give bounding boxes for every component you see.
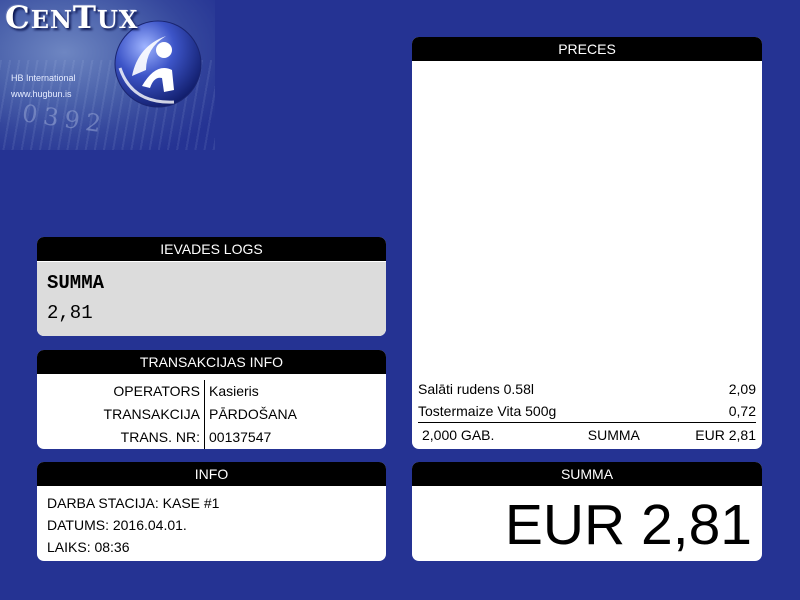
transaction-row-type: TRANSAKCIJA PĀRDOŠANA [37, 403, 386, 426]
info-workstation: DARBA STACIJA: KASE #1 [47, 495, 220, 511]
trans-nr-value: 00137547 [209, 429, 272, 445]
goods-count: 2,000 GAB. [422, 427, 495, 443]
item-price: 2,09 [728, 381, 756, 397]
logo-title: CENTUX [5, 0, 139, 36]
transaction-info-title: TRANSAKCIJAS INFO [37, 350, 386, 375]
total-panel: SUMMA EUR 2,81 [412, 462, 762, 561]
info-date: DATUMS: 2016.04.01. [47, 517, 187, 533]
list-item[interactable]: Tostermaize Vita 500g 0,72 [418, 400, 756, 422]
input-value: 2,81 [47, 302, 93, 324]
transaction-row-operator: OPERATORS Kasieris [37, 380, 386, 403]
goods-panel: PRECES Salāti rudens 0.58l 2,09 Tosterma… [412, 37, 762, 449]
operator-value: Kasieris [209, 383, 259, 399]
goods-summary-label: SUMMA [587, 427, 640, 443]
transaction-key: TRANSAKCIJA [37, 403, 205, 426]
info-panel: INFO DARBA STACIJA: KASE #1 DATUMS: 2016… [37, 462, 386, 561]
list-item[interactable]: Salāti rudens 0.58l 2,09 [418, 378, 756, 400]
item-price: 0,72 [728, 403, 756, 419]
transaction-info-table: OPERATORS Kasieris TRANSAKCIJA PĀRDOŠANA… [37, 375, 386, 449]
logo: 0392 CENTUX HB International www.hugbun.… [0, 0, 215, 150]
info-time: LAIKS: 08:36 [47, 539, 130, 555]
goods-summary: 2,000 GAB. SUMMA EUR 2,81 [418, 422, 756, 446]
operator-key: OPERATORS [37, 380, 205, 403]
trans-nr-key: TRANS. NR: [37, 426, 205, 449]
transaction-row-number: TRANS. NR: 00137547 [37, 426, 386, 449]
input-field[interactable]: SUMMA 2,81 [37, 262, 386, 336]
total-panel-title: SUMMA [412, 462, 762, 487]
total-amount: EUR 2,81 [504, 493, 752, 557]
info-panel-title: INFO [37, 462, 386, 487]
item-name: Salāti rudens 0.58l [418, 381, 534, 397]
goods-panel-title: PRECES [412, 37, 762, 62]
input-panel: IEVADES LOGS SUMMA 2,81 [37, 237, 386, 336]
input-label: SUMMA [47, 272, 105, 294]
transaction-info-panel: TRANSAKCIJAS INFO OPERATORS Kasieris TRA… [37, 350, 386, 449]
goods-list-area: Salāti rudens 0.58l 2,09 Tostermaize Vit… [412, 62, 762, 449]
input-panel-title: IEVADES LOGS [37, 237, 386, 262]
goods-list: Salāti rudens 0.58l 2,09 Tostermaize Vit… [418, 378, 756, 422]
transaction-value: PĀRDOŠANA [209, 406, 297, 422]
logo-url: www.hugbun.is [11, 89, 72, 99]
info-body: DARBA STACIJA: KASE #1 DATUMS: 2016.04.0… [37, 487, 386, 558]
logo-company: HB International [11, 73, 76, 83]
item-name: Tostermaize Vita 500g [418, 403, 557, 419]
goods-summary-total: EUR 2,81 [695, 427, 756, 443]
